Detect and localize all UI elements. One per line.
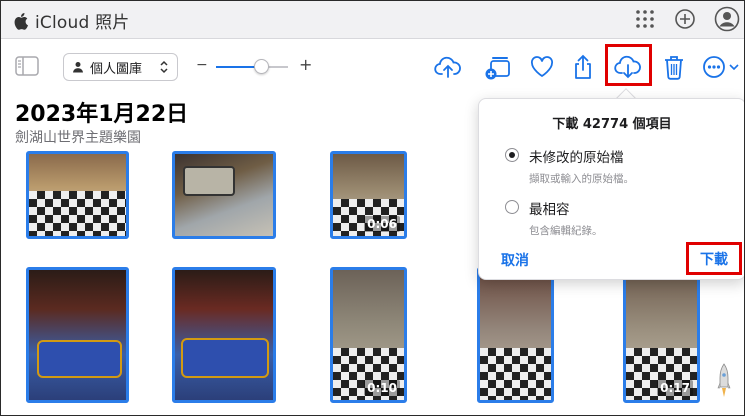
confirm-download-button[interactable]: 下載 <box>686 242 742 275</box>
video-duration: 0:10 <box>364 380 400 396</box>
video-thumbnail[interactable]: 0:06 <box>330 151 407 239</box>
photo-image <box>181 338 269 378</box>
radio-original[interactable] <box>505 148 519 162</box>
sidebar-toggle-icon[interactable] <box>15 56 39 76</box>
photo-thumbnail[interactable] <box>172 267 276 403</box>
popover-title: 下載 42774 個項目 <box>552 117 672 132</box>
video-duration: 0:17 <box>657 380 693 396</box>
zoom-in-button[interactable]: + <box>299 55 312 74</box>
photo-image <box>183 166 235 196</box>
zoom-slider-track[interactable] <box>216 66 288 68</box>
heart-icon <box>531 56 553 77</box>
share-icon <box>575 54 591 79</box>
title-bar: iCloud 照片 <box>1 1 744 39</box>
photo-thumbnail[interactable] <box>477 267 554 403</box>
cloud-download-icon <box>614 55 641 79</box>
zoom-slider-thumb[interactable] <box>254 59 269 74</box>
cancel-button[interactable]: 取消 <box>501 250 529 270</box>
app-brand[interactable]: iCloud 照片 <box>13 8 130 33</box>
share-button[interactable] <box>568 52 598 82</box>
video-duration: 0:06 <box>364 216 400 232</box>
up-down-chevron-icon <box>160 60 168 74</box>
rocket-icon <box>717 363 731 397</box>
photo-image <box>29 190 126 236</box>
moment-location: 劍湖山世界主題樂園 <box>15 130 141 146</box>
photo-image <box>29 270 126 400</box>
add-to-album-icon <box>485 57 510 80</box>
download-button[interactable] <box>613 52 643 82</box>
option-original-description: 擷取或輸入的原始檔。 <box>529 173 634 185</box>
app-grid-icon[interactable] <box>634 8 656 30</box>
photo-thumbnail[interactable] <box>172 151 276 239</box>
option-compatible-description: 包含編輯紀錄。 <box>529 225 603 237</box>
account-avatar-icon[interactable] <box>714 6 740 32</box>
library-select[interactable]: 個人圖庫 <box>63 53 178 81</box>
cloud-upload-icon <box>434 56 461 78</box>
more-actions-button[interactable] <box>701 52 743 82</box>
moment-date-title: 2023年1月22日 <box>15 102 189 127</box>
title-bar-actions <box>634 6 740 32</box>
photo-thumbnail[interactable] <box>26 151 129 239</box>
favorite-button[interactable] <box>527 52 557 82</box>
photo-thumbnail[interactable] <box>26 267 129 403</box>
zoom-slider-fill <box>216 66 256 68</box>
add-circle-icon[interactable] <box>674 8 696 30</box>
video-thumbnail[interactable]: 0:10 <box>330 267 407 403</box>
delete-button[interactable] <box>659 52 689 82</box>
option-original[interactable]: 未修改的原始檔 擷取或輸入的原始檔。 <box>505 146 634 186</box>
add-to-album-button[interactable] <box>483 52 513 82</box>
more-ellipsis-icon <box>703 56 739 78</box>
option-original-label: 未修改的原始檔 <box>529 150 624 166</box>
radio-most-compatible[interactable] <box>505 200 519 214</box>
browser-frame: iCloud 照片 個人圖庫 − + 2023年1月22日 劍湖山世界主題樂園 … <box>0 0 745 416</box>
apple-logo-icon <box>14 12 28 30</box>
library-select-label: 個人圖庫 <box>90 61 143 77</box>
video-thumbnail[interactable]: 0:17 <box>623 267 700 403</box>
zoom-out-button[interactable]: − <box>196 57 208 73</box>
photo-image <box>175 270 273 400</box>
person-icon <box>73 62 83 73</box>
option-most-compatible[interactable]: 最相容 包含編輯紀錄。 <box>505 198 603 238</box>
download-popover: 下載 42774 個項目 未修改的原始檔 擷取或輸入的原始檔。 最相容 包含編輯… <box>478 98 744 280</box>
upload-button[interactable] <box>433 52 463 82</box>
trash-icon <box>665 56 683 80</box>
photo-image <box>480 348 551 400</box>
app-title: iCloud 照片 <box>35 13 130 33</box>
photo-image <box>37 340 122 378</box>
option-compatible-label: 最相容 <box>529 202 570 218</box>
photos-toolbar: 個人圖庫 − + <box>1 40 744 94</box>
